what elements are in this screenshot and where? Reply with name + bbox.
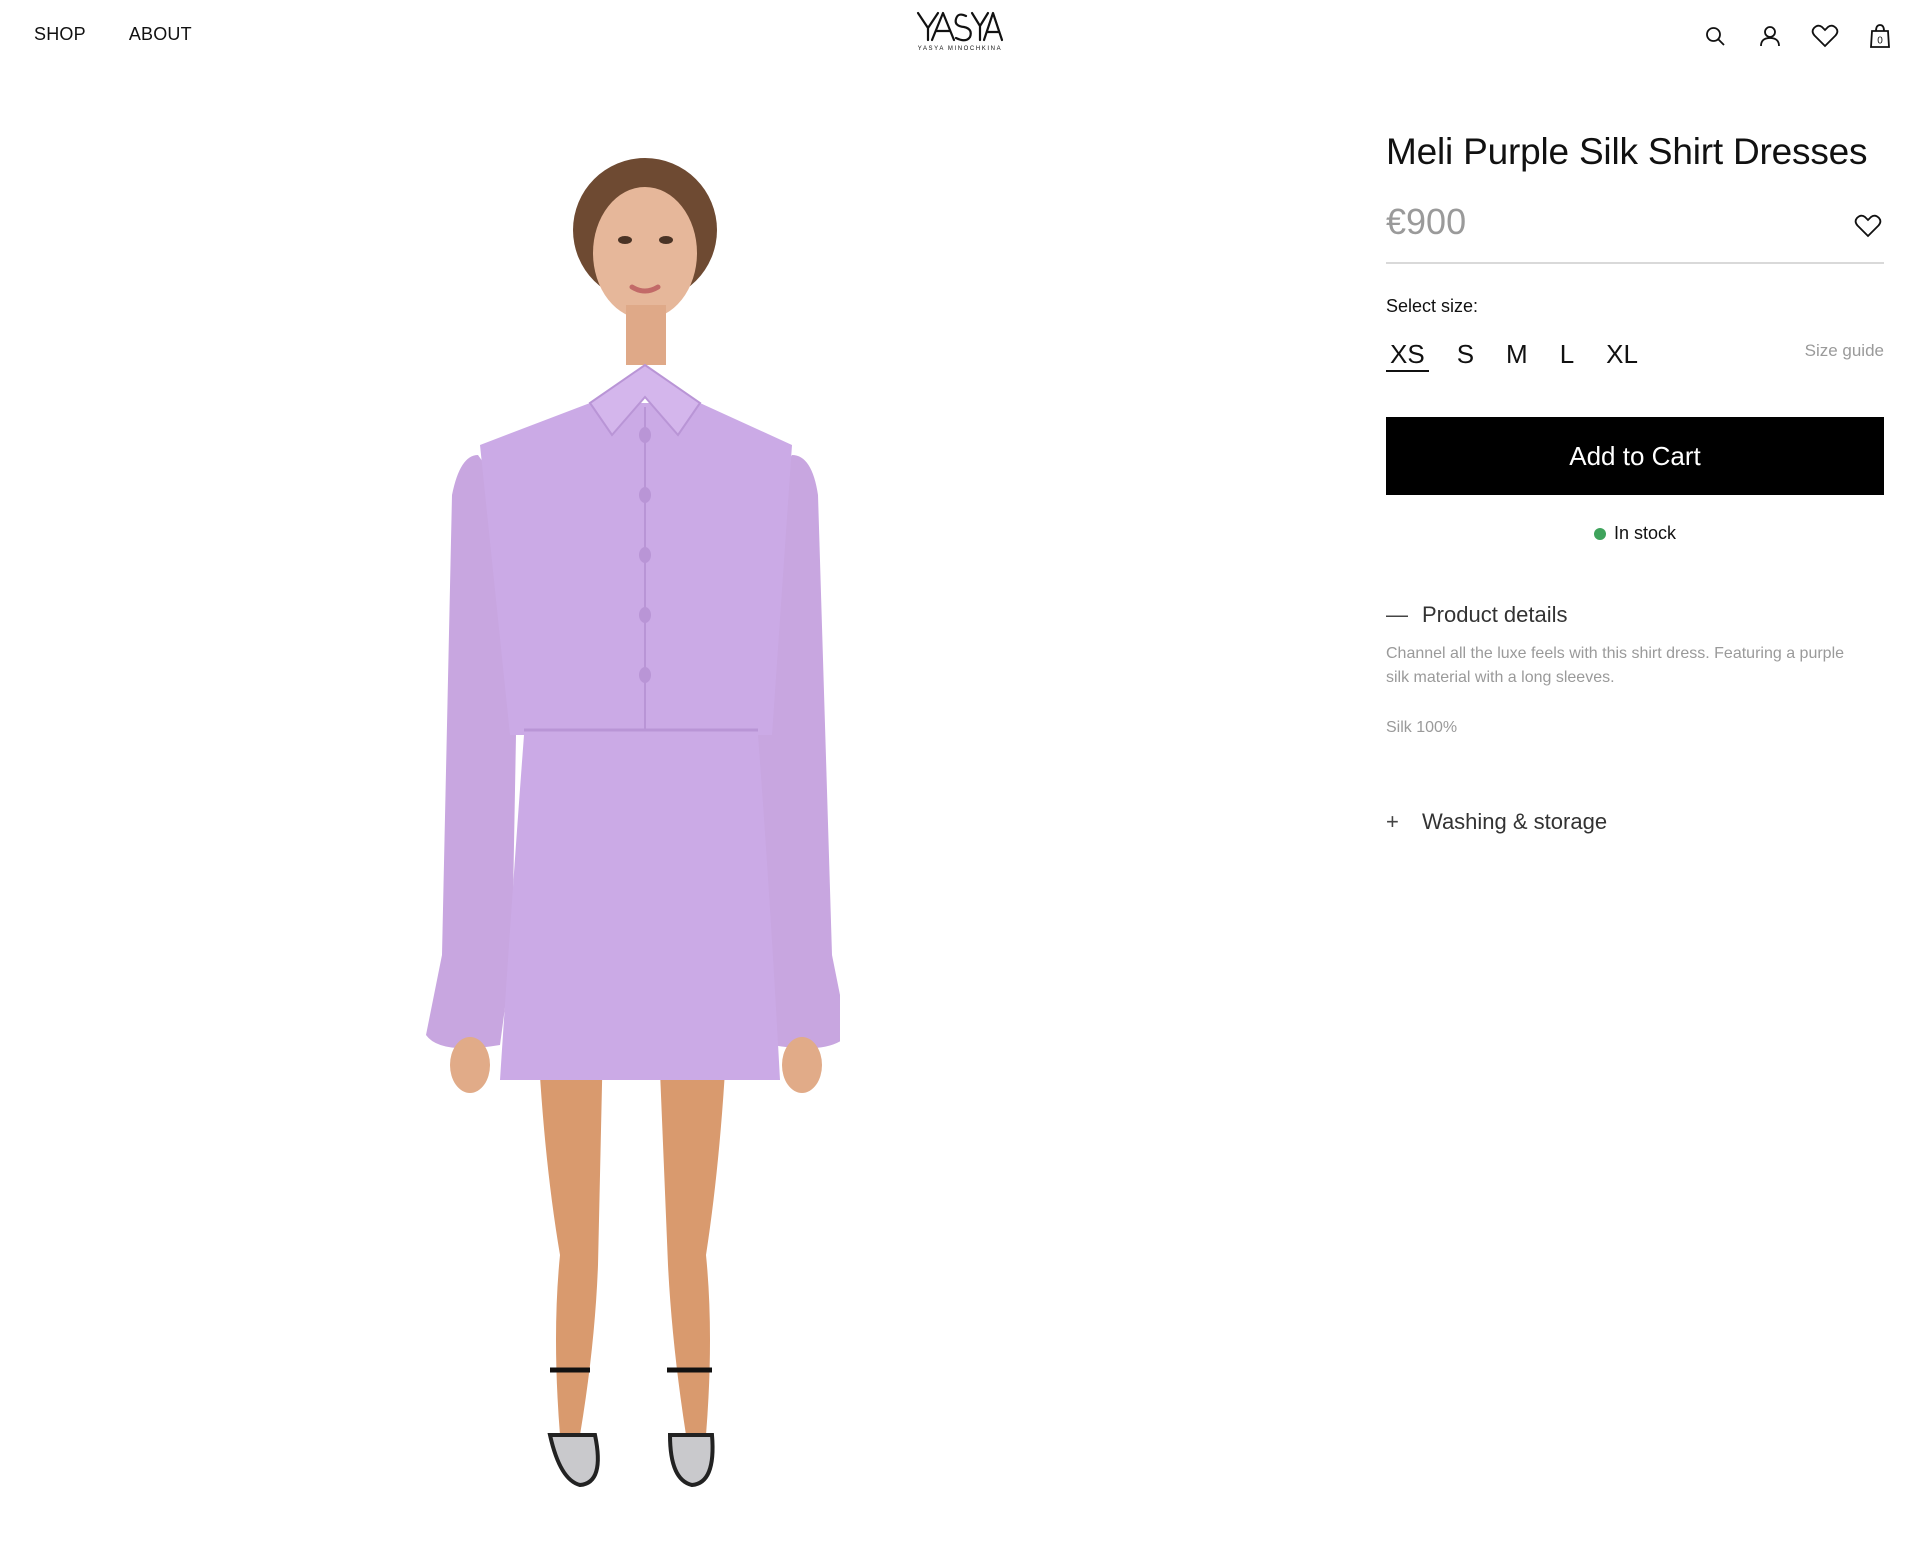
- collapse-minus-icon: —: [1386, 602, 1408, 628]
- add-to-wishlist-heart-icon[interactable]: [1854, 214, 1884, 240]
- wishlist-icon[interactable]: [1805, 20, 1845, 52]
- size-option-s[interactable]: S: [1453, 339, 1478, 370]
- stock-status: In stock: [1386, 523, 1884, 544]
- select-size-label: Select size:: [1386, 296, 1479, 317]
- search-icon[interactable]: [1695, 20, 1735, 52]
- size-option-xl[interactable]: XL: [1602, 339, 1642, 370]
- account-icon[interactable]: [1750, 20, 1790, 52]
- accordion-washing-storage: + Washing & storage: [1386, 809, 1884, 835]
- product-info-panel: Meli Purple Silk Shirt Dresses €900 Sele…: [1386, 130, 1884, 835]
- cart-bag-icon[interactable]: 0: [1860, 20, 1900, 52]
- add-to-cart-button[interactable]: Add to Cart: [1386, 417, 1884, 496]
- main-nav: SHOP ABOUT: [34, 24, 192, 45]
- washing-storage-title: Washing & storage: [1422, 808, 1608, 834]
- yasya-logo-mark: [916, 11, 1004, 42]
- in-stock-dot-icon: [1593, 528, 1606, 541]
- accordion-product-details: — Product details Channel all the luxe f…: [1386, 602, 1884, 736]
- stock-text: In stock: [1613, 523, 1677, 544]
- product-description: Channel all the luxe feels with this shi…: [1386, 645, 1845, 686]
- size-option-xs[interactable]: XS: [1386, 339, 1429, 373]
- svg-text:0: 0: [1877, 36, 1883, 47]
- washing-storage-toggle[interactable]: + Washing & storage: [1386, 809, 1884, 835]
- size-selector: XS S M L XL Size guide: [1386, 339, 1884, 379]
- size-option-l[interactable]: L: [1556, 339, 1578, 370]
- product-price: €900: [1386, 201, 1467, 243]
- product-photo[interactable]: [420, 135, 840, 1545]
- price-row: €900: [1386, 201, 1884, 265]
- nav-shop-link[interactable]: SHOP: [34, 24, 86, 45]
- product-composition: Silk 100%: [1386, 718, 1458, 736]
- expand-plus-icon: +: [1386, 808, 1399, 834]
- logo-subtitle: YASYA MINOCHKINA: [917, 46, 1003, 52]
- nav-about-link[interactable]: ABOUT: [129, 24, 192, 45]
- product-details-title: Product details: [1422, 602, 1568, 628]
- product-gallery: [0, 70, 1290, 1510]
- header-icons: 0: [1695, 20, 1900, 52]
- size-option-m[interactable]: M: [1502, 339, 1532, 370]
- size-guide-link[interactable]: Size guide: [1805, 341, 1884, 361]
- brand-logo[interactable]: YASYA MINOCHKINA: [912, 10, 1008, 60]
- product-title: Meli Purple Silk Shirt Dresses: [1386, 131, 1868, 172]
- product-details-toggle[interactable]: — Product details: [1386, 602, 1884, 628]
- site-header: SHOP ABOUT YASYA MINOCHKINA 0: [0, 0, 1920, 70]
